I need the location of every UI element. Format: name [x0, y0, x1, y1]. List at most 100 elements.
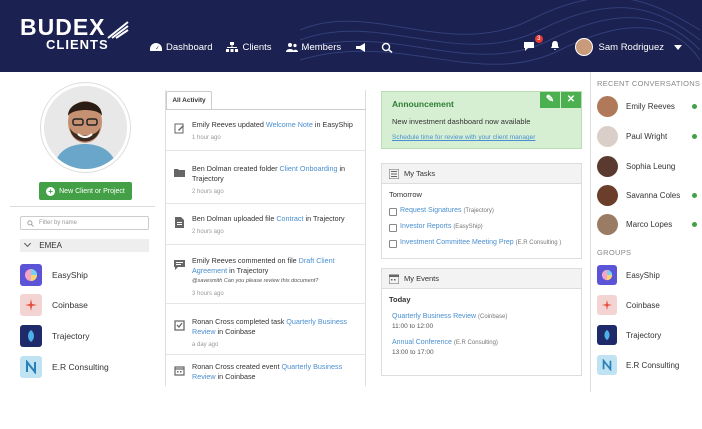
brand-line-1: BUDEX — [20, 14, 106, 40]
user-menu[interactable]: Sam Rodriguez — [574, 38, 682, 56]
avatar — [597, 96, 618, 117]
region-toggle[interactable]: EMEA — [20, 239, 149, 252]
event-label[interactable]: Quarterly Business Review — [392, 313, 476, 320]
brand-logo[interactable]: BUDEX CLIENTS — [20, 14, 129, 52]
online-status-icon — [692, 222, 697, 227]
online-status-icon — [692, 193, 697, 198]
client-item-coinbase[interactable]: Coinbase — [20, 294, 88, 316]
main-nav: Dashboard Clients Members — [150, 42, 393, 53]
user-avatar — [574, 38, 593, 56]
activity-time: 3 hours ago — [192, 291, 224, 297]
checklist-icon — [389, 169, 399, 179]
nav-dashboard-label: Dashboard — [166, 42, 213, 53]
activity-item[interactable]: Ronan Cross created event Quarterly Busi… — [166, 362, 366, 386]
recent-conversations-heading: RECENT CONVERSATIONS — [597, 79, 701, 88]
conversation-item[interactable]: Emily Reeves — [597, 96, 697, 117]
activity-user: Ronan Cross — [192, 317, 234, 326]
conversation-name: Sophia Leung — [626, 162, 676, 171]
group-name: E.R Consulting — [626, 360, 680, 370]
activity-user: Emily Reeves — [192, 120, 236, 129]
edit-button[interactable]: ✎ — [540, 92, 560, 108]
activity-target-link[interactable]: Contract — [276, 214, 303, 223]
avatar — [597, 126, 618, 147]
brand-line-2: CLIENTS — [46, 37, 109, 52]
announcement-message: New investment dashboard now available — [392, 117, 531, 126]
header-wave-decoration — [300, 0, 700, 65]
my-events-title: My Events — [404, 274, 440, 283]
nav-announcements[interactable] — [355, 42, 367, 53]
nav-search[interactable] — [381, 42, 393, 53]
client-item-trajectory[interactable]: Trajectory — [20, 325, 89, 347]
nav-members[interactable]: Members — [285, 42, 342, 53]
messages-button[interactable]: 3 — [523, 35, 543, 54]
coinbase-logo-icon — [20, 294, 42, 316]
group-item-trajectory[interactable]: Trajectory — [597, 325, 661, 345]
user-name: Sam Rodriguez — [598, 41, 664, 53]
group-item-coinbase[interactable]: Coinbase — [597, 295, 660, 315]
nav-dashboard[interactable]: Dashboard — [150, 42, 212, 53]
client-item-easyship[interactable]: EasyShip — [20, 264, 88, 286]
left-sidebar: + New Client or Project Filter by name E… — [10, 72, 155, 392]
close-icon: ✕ — [566, 94, 576, 105]
new-client-button-label: New Client or Project — [59, 187, 125, 195]
event-item[interactable]: Annual Conference (E.R Consulting) 13:00… — [382, 339, 581, 356]
task-item[interactable]: Investor Reports (EasyShip) — [382, 219, 581, 235]
group-item-easyship[interactable]: EasyShip — [597, 265, 660, 285]
event-label[interactable]: Annual Conference — [392, 339, 452, 346]
activity-item[interactable]: Ben Dolman created folder Client Onboard… — [166, 164, 366, 204]
sitemap-icon — [226, 42, 239, 52]
activity-action: uploaded file — [231, 214, 277, 223]
conversation-item[interactable]: Paul Wright — [597, 126, 697, 147]
event-item[interactable]: Quarterly Business Review (Coinbase) 11:… — [382, 313, 581, 330]
activity-target-link[interactable]: Welcome Note — [266, 120, 313, 129]
conversation-name: Marco Lopes — [626, 220, 673, 229]
event-time: 11:00 to 12:00 — [392, 323, 434, 330]
edit-note-icon — [174, 123, 184, 134]
file-icon — [175, 217, 184, 228]
task-label[interactable]: Investor Reports — [400, 223, 451, 230]
client-name: EasyShip — [52, 270, 88, 280]
conversation-item[interactable]: Savanna Coles — [597, 185, 697, 206]
task-item[interactable]: Investment Committee Meeting Prep (E.R C… — [382, 235, 581, 251]
bell-icon — [550, 41, 559, 50]
activity-target-link[interactable]: Client Onboarding — [280, 164, 338, 173]
conversation-item[interactable]: Sophia Leung — [597, 156, 697, 177]
plus-icon: + — [46, 186, 56, 196]
users-icon — [285, 43, 298, 52]
activity-item[interactable]: Ronan Cross completed task Quarterly Bus… — [166, 317, 366, 355]
announcement-link[interactable]: Schedule time for review with your clien… — [392, 134, 535, 141]
er-consulting-logo-icon — [597, 355, 617, 375]
task-label[interactable]: Investment Committee Meeting Prep — [400, 239, 514, 246]
client-name: Trajectory — [52, 331, 90, 341]
group-name: Trajectory — [626, 330, 662, 340]
brand-wing-icon — [107, 21, 129, 39]
group-item-er-consulting[interactable]: E.R Consulting — [597, 355, 679, 375]
messages-count-badge: 3 — [535, 35, 543, 43]
region-label: EMEA — [39, 241, 62, 250]
activity-item[interactable]: Ben Dolman uploaded file Contract in Tra… — [166, 214, 366, 245]
activity-action: created event — [233, 362, 282, 371]
client-name: Coinbase — [52, 300, 88, 310]
my-tasks-card: My Tasks Tomorrow Request Signatures (Tr… — [381, 163, 582, 259]
my-events-header: My Events — [382, 269, 581, 289]
conversation-item[interactable]: Marco Lopes — [597, 214, 697, 235]
activity-action: commented on file — [235, 256, 299, 265]
task-label[interactable]: Request Signatures — [400, 207, 461, 214]
activity-time: 2 hours ago — [192, 189, 224, 195]
task-client: (Trajectory) — [463, 208, 494, 214]
nav-members-label: Members — [301, 42, 342, 53]
filter-input[interactable]: Filter by name — [20, 216, 149, 230]
activity-action: updated — [235, 120, 266, 129]
trajectory-logo-icon — [597, 325, 617, 345]
activity-item[interactable]: Emily Reeves updated Welcome Note in Eas… — [166, 120, 366, 151]
announcement-card: Announcement ✎ ✕ New investment dashboar… — [381, 91, 582, 149]
new-client-button[interactable]: + New Client or Project — [39, 182, 132, 200]
nav-clients[interactable]: Clients — [226, 42, 272, 53]
activity-item[interactable]: Emily Reeves commented on file Draft Cli… — [166, 256, 366, 304]
close-button[interactable]: ✕ — [561, 92, 581, 108]
notifications-button[interactable] — [549, 40, 563, 54]
tab-all-activity[interactable]: All Activity — [166, 91, 212, 109]
task-item[interactable]: Request Signatures (Trajectory) — [382, 203, 581, 219]
client-item-er-consulting[interactable]: E.R Consulting — [20, 356, 109, 378]
activity-time: a day ago — [192, 342, 219, 348]
